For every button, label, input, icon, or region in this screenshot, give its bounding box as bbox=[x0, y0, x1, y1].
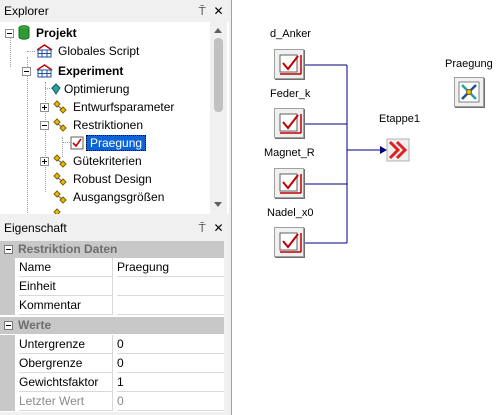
input-node-box[interactable] bbox=[274, 108, 304, 138]
parameter-icon bbox=[53, 100, 67, 114]
script-icon bbox=[36, 44, 53, 58]
tree-scrollbar[interactable] bbox=[210, 22, 227, 214]
tree-item-entwurfsparameter[interactable]: Entwurfsparameter bbox=[0, 98, 210, 116]
node-label: Magnet_R bbox=[264, 147, 315, 159]
category-restriktion-daten[interactable]: Restriktion Daten bbox=[0, 241, 224, 258]
property-row-gewichtsfaktor[interactable]: Gewichtsfaktor 1 bbox=[0, 373, 224, 392]
properties-title: Eigenschaft bbox=[4, 221, 67, 235]
input-node-box[interactable] bbox=[274, 227, 304, 257]
property-value: 0 bbox=[117, 392, 224, 411]
expand-toggle[interactable] bbox=[40, 157, 49, 166]
collapse-toggle[interactable] bbox=[5, 29, 14, 38]
property-value[interactable]: Praegung bbox=[117, 258, 224, 277]
property-name: Letzter Wert bbox=[19, 392, 113, 411]
property-row-einheit[interactable]: Einheit bbox=[0, 277, 224, 296]
property-row-untergrenze[interactable]: Untergrenze 0 bbox=[0, 335, 224, 354]
property-value[interactable]: 0 bbox=[117, 354, 224, 373]
tree-label: Entwurfsparameter bbox=[73, 100, 175, 114]
tree-item-guetekriterien[interactable]: Gütekriterien bbox=[0, 152, 210, 170]
close-icon[interactable]: ✕ bbox=[212, 217, 225, 239]
tree-label-selected: Praegung bbox=[86, 135, 147, 151]
scroll-down-icon[interactable] bbox=[214, 202, 222, 207]
tree-label: Restriktionen bbox=[73, 118, 144, 132]
category-werte[interactable]: Werte bbox=[0, 317, 224, 334]
check-icon bbox=[279, 54, 302, 75]
restriction-item-icon bbox=[70, 136, 84, 150]
parameter-icon bbox=[53, 190, 67, 204]
property-row-obergrenze[interactable]: Obergrenze 0 bbox=[0, 354, 224, 373]
property-row-kommentar[interactable]: Kommentar bbox=[0, 296, 224, 315]
tree-label: Experiment bbox=[58, 64, 124, 78]
collapse-toggle[interactable] bbox=[4, 321, 13, 330]
explorer-tree: Projekt Globales Script Experiment Optim… bbox=[0, 22, 229, 214]
tree-label: Robust Design bbox=[73, 172, 152, 186]
pin-icon[interactable]: ⍑ bbox=[196, 0, 209, 22]
property-name: Untergrenze bbox=[19, 335, 113, 354]
tool-node-box[interactable] bbox=[454, 77, 484, 107]
collapse-toggle[interactable] bbox=[4, 245, 13, 254]
tree-item-robust-design[interactable]: Robust Design bbox=[0, 170, 210, 188]
tree-label: Gütekriterien bbox=[73, 154, 142, 168]
workflow-canvas[interactable]: d_Anker Feder_k Magnet_R Nadel_x0 Etappe… bbox=[231, 0, 499, 415]
tree-label: Projekt bbox=[36, 26, 77, 40]
optimization-icon bbox=[51, 83, 61, 95]
property-value[interactable] bbox=[117, 277, 224, 296]
property-value[interactable] bbox=[117, 296, 224, 315]
parameter-icon bbox=[53, 172, 67, 186]
tree-item-projekt[interactable]: Projekt bbox=[0, 24, 210, 42]
property-name: Obergrenze bbox=[19, 354, 113, 373]
check-icon bbox=[279, 173, 302, 194]
properties-header: Eigenschaft ⍑ ✕ bbox=[0, 217, 229, 239]
input-node-box[interactable] bbox=[274, 168, 304, 198]
explorer-title: Explorer bbox=[4, 4, 49, 18]
node-label: d_Anker bbox=[270, 28, 311, 40]
property-value[interactable]: 0 bbox=[117, 335, 224, 354]
node-label: Etappe1 bbox=[379, 113, 420, 125]
scroll-up-icon[interactable] bbox=[214, 28, 222, 33]
pin-icon[interactable]: ⍑ bbox=[196, 217, 209, 239]
tool-icon bbox=[458, 81, 480, 103]
tree-label: Ausgangsgrößen bbox=[73, 190, 165, 204]
collapse-toggle[interactable] bbox=[40, 121, 49, 130]
close-icon[interactable]: ✕ bbox=[212, 0, 225, 22]
node-label: Feder_k bbox=[270, 88, 311, 100]
tree-item-experiment[interactable]: Experiment bbox=[0, 62, 210, 80]
expand-toggle[interactable] bbox=[40, 103, 49, 112]
node-label: Nadel_x0 bbox=[267, 207, 314, 219]
parameter-icon bbox=[53, 118, 67, 132]
node-label: Praegung bbox=[445, 58, 493, 70]
category-label: Werte bbox=[18, 318, 52, 332]
property-name: Name bbox=[19, 258, 113, 277]
stage-icon[interactable] bbox=[386, 138, 410, 162]
scrollbar-thumb[interactable] bbox=[214, 38, 223, 112]
property-value[interactable]: 1 bbox=[117, 373, 224, 392]
input-node-box[interactable] bbox=[274, 49, 304, 79]
parameter-icon bbox=[53, 208, 61, 214]
tree-item-restriktionen[interactable]: Restriktionen bbox=[0, 116, 210, 134]
tree-item-globales-script[interactable]: Globales Script bbox=[0, 42, 210, 60]
category-label: Restriktion Daten bbox=[18, 242, 118, 256]
property-name: Kommentar bbox=[19, 296, 113, 315]
tree-item-praegung[interactable]: Praegung bbox=[0, 134, 210, 152]
tree-item-optimierung[interactable]: Optimierung bbox=[0, 80, 210, 98]
property-name: Gewichtsfaktor bbox=[19, 373, 113, 392]
check-icon bbox=[279, 232, 302, 253]
tree-item-ausgangsgroessen[interactable]: Ausgangsgrößen bbox=[0, 188, 210, 206]
property-row-letzter-wert: Letzter Wert 0 bbox=[0, 392, 224, 411]
property-name: Einheit bbox=[19, 277, 113, 296]
database-icon bbox=[18, 25, 30, 40]
tree-label: Globales Script bbox=[58, 44, 140, 58]
tree-label: Optimierung bbox=[64, 82, 130, 96]
explorer-header: Explorer ⍑ ✕ bbox=[0, 0, 229, 22]
check-icon bbox=[279, 113, 302, 134]
property-grid: Restriktion Daten Name Praegung Einheit … bbox=[0, 241, 224, 412]
parameter-icon bbox=[53, 154, 67, 168]
experiment-icon bbox=[36, 64, 53, 78]
property-row-name[interactable]: Name Praegung bbox=[0, 258, 224, 277]
collapse-toggle[interactable] bbox=[22, 67, 31, 76]
